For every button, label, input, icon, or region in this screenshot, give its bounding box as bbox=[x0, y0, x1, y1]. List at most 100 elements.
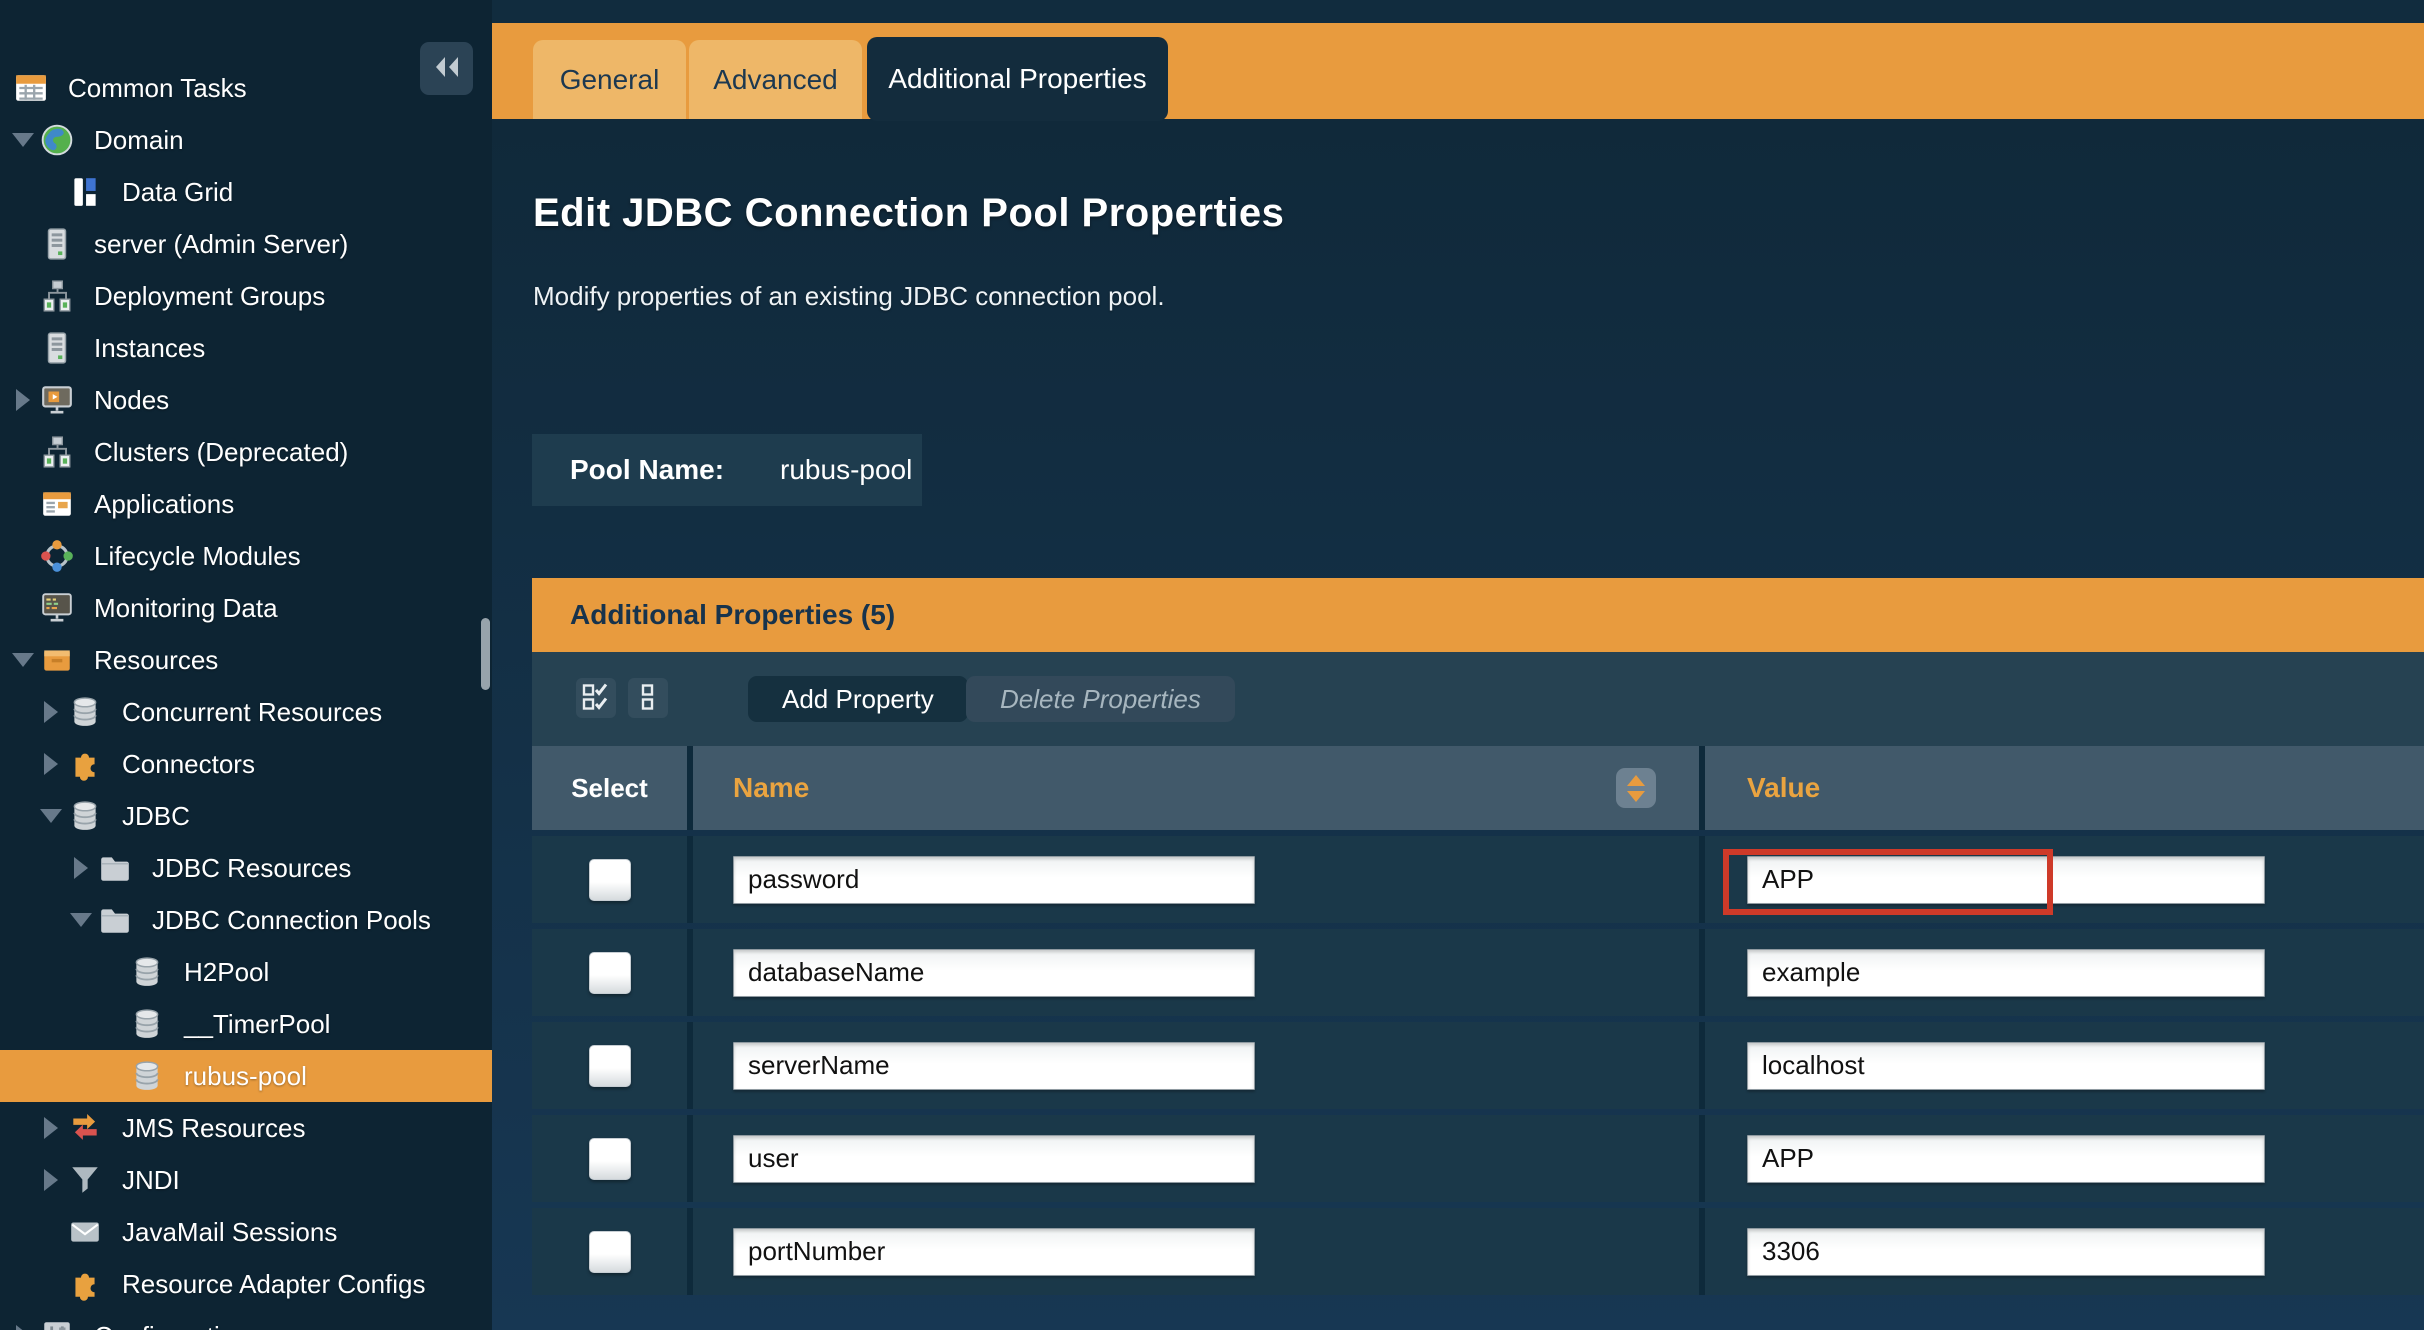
column-header-value: Value bbox=[1705, 746, 2424, 830]
tree-item-jms-resources[interactable]: JMS Resources bbox=[0, 1102, 492, 1154]
property-value-input[interactable] bbox=[1747, 949, 2265, 997]
value-cell bbox=[1705, 836, 2424, 923]
jms-icon bbox=[68, 1111, 102, 1145]
tab-additional-properties[interactable]: Additional Properties bbox=[867, 37, 1168, 121]
tree-item-jdbc-resources[interactable]: JDBC Resources bbox=[0, 842, 492, 894]
tree-item-server-admin-server[interactable]: server (Admin Server) bbox=[0, 218, 492, 270]
tree-item-jndi[interactable]: JNDI bbox=[0, 1154, 492, 1206]
pool-name-value: rubus-pool bbox=[780, 454, 912, 486]
deselect-all-button[interactable] bbox=[628, 678, 668, 718]
property-name-input[interactable] bbox=[733, 1228, 1255, 1276]
sidebar-scrollbar-thumb[interactable] bbox=[481, 618, 490, 690]
tree-item-applications[interactable]: Applications bbox=[0, 478, 492, 530]
row-checkbox[interactable] bbox=[589, 1045, 631, 1087]
add-property-button[interactable]: Add Property bbox=[748, 676, 968, 722]
tab-general[interactable]: General bbox=[533, 40, 686, 119]
tree-expander-open-icon[interactable] bbox=[38, 809, 64, 823]
tree-item-label: JNDI bbox=[122, 1165, 180, 1196]
sidebar-collapse-button[interactable] bbox=[420, 42, 473, 95]
select-all-icon bbox=[582, 683, 610, 714]
table-row bbox=[532, 929, 2424, 1016]
name-cell bbox=[693, 1115, 1705, 1202]
tree-item-jdbc[interactable]: JDBC bbox=[0, 790, 492, 842]
tree-expander-open-icon[interactable] bbox=[10, 133, 36, 147]
property-value-input[interactable] bbox=[1747, 856, 2265, 904]
cluster-icon bbox=[40, 435, 74, 469]
tree-expander-closed-icon[interactable] bbox=[38, 753, 64, 775]
deselect-all-icon bbox=[634, 683, 662, 714]
tree-expander-open-icon[interactable] bbox=[68, 913, 94, 927]
delete-properties-button[interactable]: Delete Properties bbox=[966, 676, 1235, 722]
select-cell bbox=[532, 929, 693, 1016]
tree-item-label: H2Pool bbox=[184, 957, 269, 988]
tree-item-concurrent-resources[interactable]: Concurrent Resources bbox=[0, 686, 492, 738]
tree-item-common-tasks[interactable]: Common Tasks bbox=[0, 62, 492, 114]
row-checkbox[interactable] bbox=[589, 1231, 631, 1273]
tree-item-lifecycle-modules[interactable]: Lifecycle Modules bbox=[0, 530, 492, 582]
section-header: Additional Properties (5) bbox=[532, 578, 2424, 652]
tree-expander-open-icon[interactable] bbox=[10, 653, 36, 667]
sidebar: Common Tasks Domain Data Grid server (Admin… bbox=[0, 0, 492, 1330]
tree-item-label: JMS Resources bbox=[122, 1113, 306, 1144]
select-cell bbox=[532, 1022, 693, 1109]
tree-item-clusters-deprecated[interactable]: Clusters (Deprecated) bbox=[0, 426, 492, 478]
server-icon bbox=[40, 227, 74, 261]
column-header-select: Select bbox=[532, 746, 693, 830]
tree-item-domain[interactable]: Domain bbox=[0, 114, 492, 166]
tree-item-connectors[interactable]: Connectors bbox=[0, 738, 492, 790]
tree-item-monitoring-data[interactable]: Monitoring Data bbox=[0, 582, 492, 634]
pool-name-panel: Pool Name: rubus-pool bbox=[532, 434, 922, 506]
property-name-input[interactable] bbox=[733, 856, 1255, 904]
double-left-chevron-icon bbox=[432, 55, 462, 82]
tree-item-label: server (Admin Server) bbox=[94, 229, 348, 260]
select-cell bbox=[532, 1115, 693, 1202]
tree-item-h2pool[interactable]: H2Pool bbox=[0, 946, 492, 998]
tree-item-instances[interactable]: Instances bbox=[0, 322, 492, 374]
tree-expander-closed-icon[interactable] bbox=[68, 857, 94, 879]
row-checkbox[interactable] bbox=[589, 859, 631, 901]
property-value-input[interactable] bbox=[1747, 1228, 2265, 1276]
name-cell bbox=[693, 929, 1705, 1016]
select-cell bbox=[532, 1208, 693, 1295]
tree-item-timerpool[interactable]: __TimerPool bbox=[0, 998, 492, 1050]
navigation-tree: Common Tasks Domain Data Grid server (Admin… bbox=[0, 62, 492, 1330]
folder-icon bbox=[98, 851, 132, 885]
select-cell bbox=[532, 836, 693, 923]
tree-item-deployment-groups[interactable]: Deployment Groups bbox=[0, 270, 492, 322]
property-name-input[interactable] bbox=[733, 1042, 1255, 1090]
column-header-name: Name bbox=[693, 746, 1705, 830]
tree-expander-closed-icon[interactable] bbox=[38, 701, 64, 723]
tree-item-label: Nodes bbox=[94, 385, 169, 416]
tree-item-jdbc-connection-pools[interactable]: JDBC Connection Pools bbox=[0, 894, 492, 946]
db-icon bbox=[130, 1059, 164, 1093]
select-all-button[interactable] bbox=[576, 678, 616, 718]
tree-expander-closed-icon[interactable] bbox=[38, 1169, 64, 1191]
tree-item-data-grid[interactable]: Data Grid bbox=[0, 166, 492, 218]
tree-item-javamail-sessions[interactable]: JavaMail Sessions bbox=[0, 1206, 492, 1258]
value-cell bbox=[1705, 1208, 2424, 1295]
property-value-input[interactable] bbox=[1747, 1042, 2265, 1090]
sort-toggle-button[interactable] bbox=[1616, 768, 1656, 808]
tree-item-rubus-pool[interactable]: rubus-pool bbox=[0, 1050, 492, 1102]
tree-item-resources[interactable]: Resources bbox=[0, 634, 492, 686]
tab-advanced[interactable]: Advanced bbox=[689, 40, 862, 119]
row-checkbox[interactable] bbox=[589, 1138, 631, 1180]
property-name-input[interactable] bbox=[733, 949, 1255, 997]
tree-item-resource-adapter-configs[interactable]: Resource Adapter Configs bbox=[0, 1258, 492, 1310]
tab-bar: General Advanced Additional Properties bbox=[492, 23, 2424, 119]
tree-expander-closed-icon[interactable] bbox=[10, 1325, 36, 1330]
tree-expander-closed-icon[interactable] bbox=[10, 389, 36, 411]
monitoring-icon bbox=[40, 591, 74, 625]
tree-item-configurations[interactable]: Configurations bbox=[0, 1310, 492, 1330]
tree-item-nodes[interactable]: Nodes bbox=[0, 374, 492, 426]
tree-item-label: Domain bbox=[94, 125, 184, 156]
tree-expander-closed-icon[interactable] bbox=[38, 1117, 64, 1139]
property-name-input[interactable] bbox=[733, 1135, 1255, 1183]
name-cell bbox=[693, 836, 1705, 923]
tree-item-label: Data Grid bbox=[122, 177, 233, 208]
content-area: Edit JDBC Connection Pool Properties Mod… bbox=[492, 119, 2424, 1330]
row-checkbox[interactable] bbox=[589, 952, 631, 994]
mail-icon bbox=[68, 1215, 102, 1249]
property-value-input[interactable] bbox=[1747, 1135, 2265, 1183]
globe-icon bbox=[40, 123, 74, 157]
